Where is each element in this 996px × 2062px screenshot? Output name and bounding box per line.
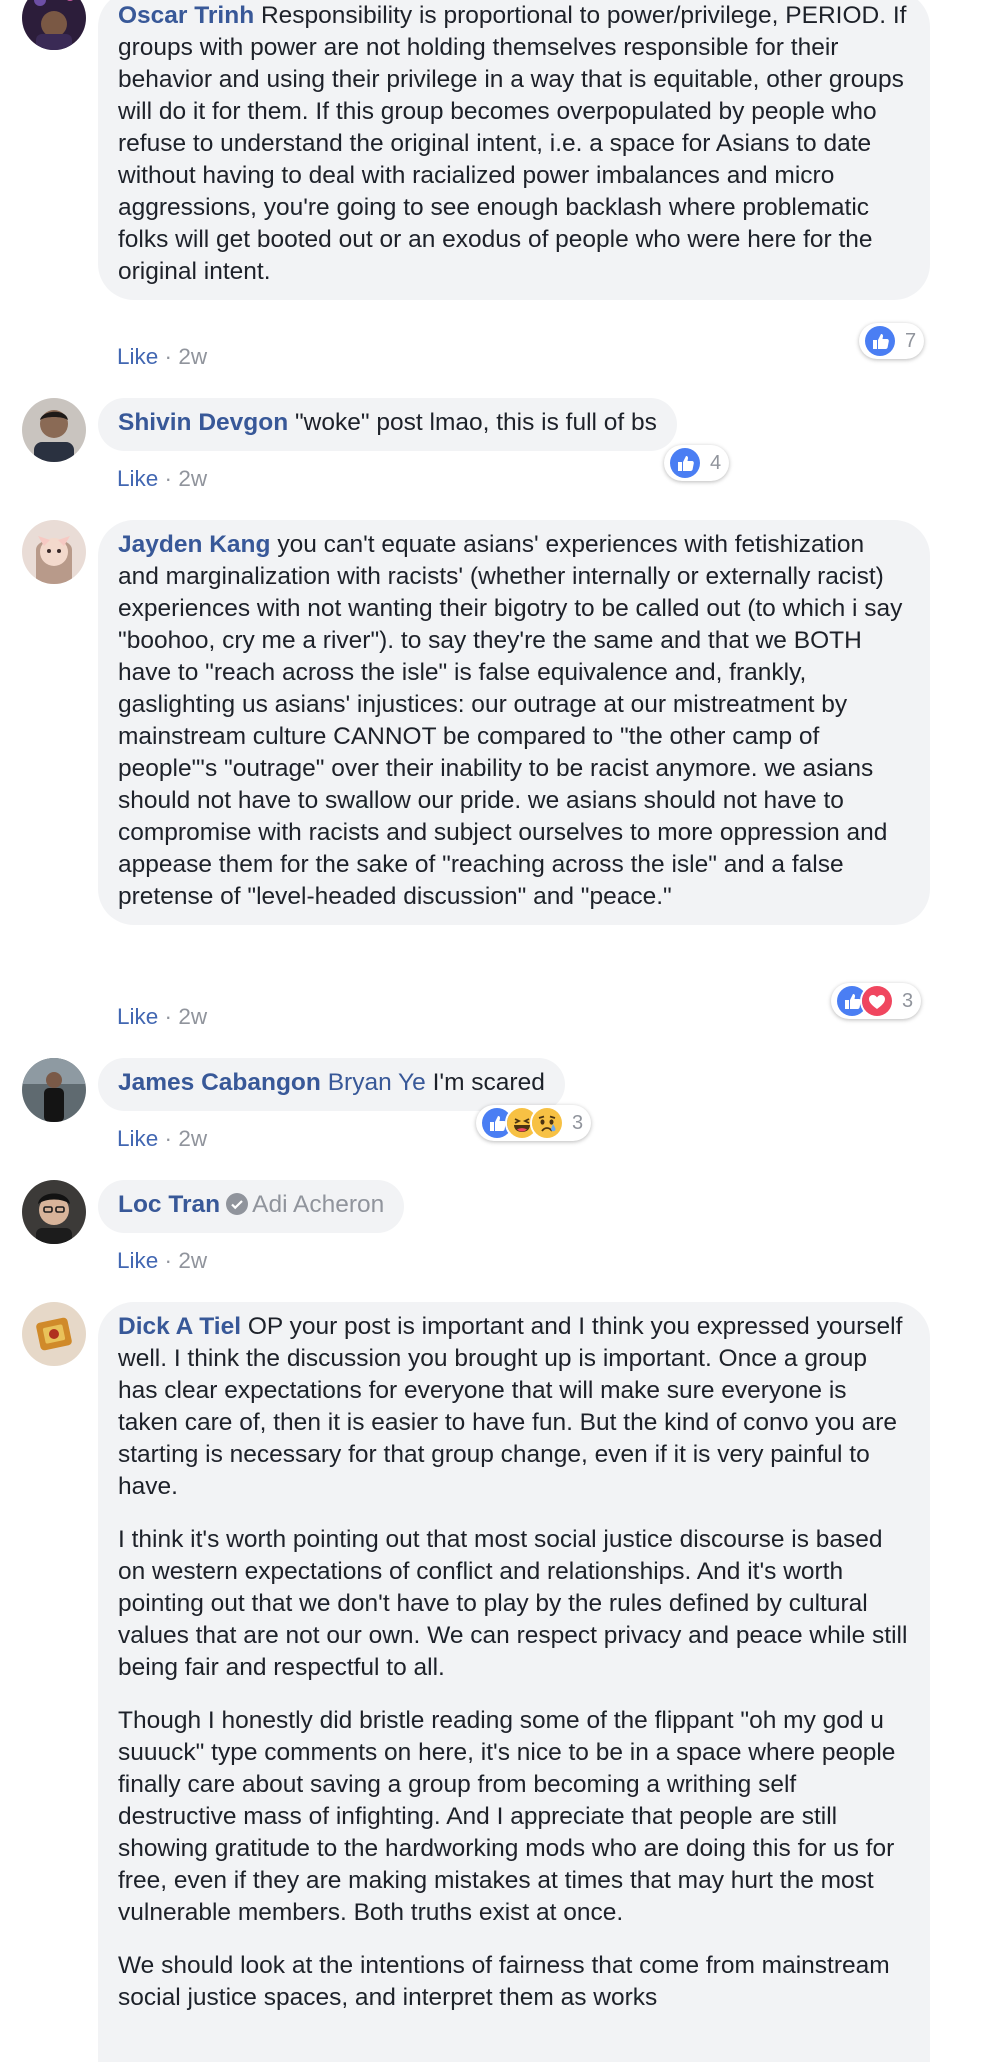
sad-icon — [530, 1106, 564, 1140]
comment-timestamp[interactable]: 2w — [178, 1126, 207, 1151]
reaction-count: 3 — [572, 1111, 584, 1134]
reaction-count: 3 — [902, 989, 914, 1012]
like-button[interactable]: Like — [117, 1126, 158, 1151]
reaction-count: 7 — [905, 329, 917, 352]
comment-author-link[interactable]: Oscar Trinh — [118, 2, 254, 29]
love-icon — [860, 984, 894, 1018]
like-button[interactable]: Like — [117, 466, 158, 491]
comment-text: "woke" post lmao, this is full of bs — [294, 409, 657, 436]
comment-timestamp[interactable]: 2w — [178, 1248, 207, 1273]
avatar[interactable] — [22, 398, 86, 462]
avatar[interactable] — [22, 1058, 86, 1122]
reaction-count: 4 — [710, 451, 722, 474]
separator: · — [164, 1004, 173, 1029]
comment-bubble: Loc Tran Adi Acheron — [98, 1180, 405, 1233]
comment-paragraph: Dick A Tiel OP your post is important an… — [118, 1311, 910, 1503]
verified-check-icon — [226, 1193, 249, 1215]
comment-text: I'm scared — [432, 1069, 545, 1096]
comment-meta: Like · 2w — [117, 1247, 207, 1275]
comment-author-link[interactable]: Loc Tran — [118, 1191, 220, 1218]
comment-timestamp[interactable]: 2w — [178, 466, 207, 491]
comment-bubble: Oscar Trinh Responsibility is proportion… — [98, 0, 930, 300]
like-icon — [863, 324, 897, 358]
comment-bubble: Shivin Devgon "woke" post lmao, this is … — [98, 398, 677, 451]
reactions-summary[interactable]: 3 — [831, 983, 922, 1019]
comment-bubble: Dick A Tiel OP your post is important an… — [98, 1302, 930, 2062]
reactions-summary[interactable]: 3 — [476, 1105, 592, 1141]
reactions-summary[interactable]: 4 — [664, 445, 730, 481]
like-icon — [668, 446, 702, 480]
separator: · — [164, 1248, 173, 1273]
comment-meta: Like · 2w — [117, 1003, 207, 1031]
like-button[interactable]: Like — [117, 1004, 158, 1029]
comment-text: Responsibility is proportional to power/… — [118, 2, 907, 285]
comment-author-link[interactable]: Jayden Kang — [118, 531, 271, 558]
comment-meta: Like · 2w — [117, 1125, 207, 1153]
separator: · — [164, 466, 173, 491]
reactions-summary[interactable]: 7 — [859, 323, 925, 359]
comment-author-link[interactable]: Shivin Devgon — [118, 409, 288, 436]
comment-author-link[interactable]: Dick A Tiel — [118, 1313, 241, 1340]
comment-paragraph: I think it's worth pointing out that mos… — [118, 1526, 908, 1681]
comment-meta: Like · 2w — [117, 343, 207, 371]
comment-text: you can't equate asians' experiences wit… — [118, 531, 903, 910]
comment-author-link[interactable]: James Cabangon — [118, 1069, 321, 1096]
comment-text: OP your post is important and I think yo… — [118, 1313, 903, 1500]
comment-timestamp[interactable]: 2w — [178, 344, 207, 369]
comment-meta: Like · 2w — [117, 465, 207, 493]
comment-bubble: Jayden Kang you can't equate asians' exp… — [98, 520, 930, 925]
comment-thread: Oscar Trinh Responsibility is proportion… — [0, 0, 996, 2062]
comment-bubble: James Cabangon Bryan Ye I'm scared — [98, 1058, 565, 1111]
comment-paragraph: We should look at the intentions of fair… — [118, 1952, 890, 2011]
avatar[interactable] — [22, 0, 86, 50]
mention-link[interactable]: Adi Acheron — [252, 1191, 384, 1218]
comment-timestamp[interactable]: 2w — [178, 1004, 207, 1029]
like-button[interactable]: Like — [117, 1248, 158, 1273]
avatar[interactable] — [22, 520, 86, 584]
avatar[interactable] — [22, 1302, 86, 1366]
separator: · — [164, 344, 173, 369]
separator: · — [164, 1126, 173, 1151]
like-button[interactable]: Like — [117, 344, 158, 369]
comment-paragraph: Though I honestly did bristle reading so… — [118, 1707, 896, 1926]
mention-link[interactable]: Bryan Ye — [328, 1069, 426, 1096]
avatar[interactable] — [22, 1180, 86, 1244]
